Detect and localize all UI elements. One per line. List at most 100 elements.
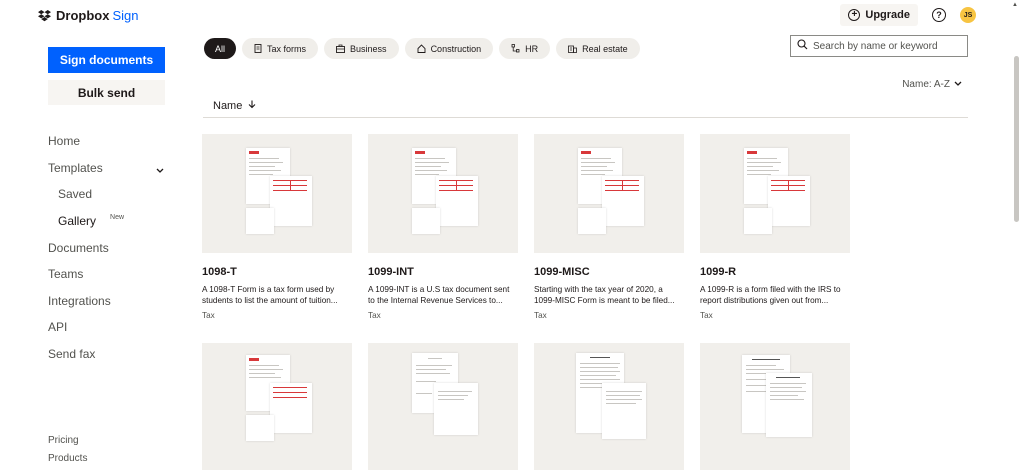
filter-label: All bbox=[215, 43, 226, 54]
chevron-down-icon bbox=[954, 79, 962, 90]
document-page bbox=[578, 208, 606, 234]
template-tag: Tax bbox=[202, 311, 215, 320]
building-icon bbox=[568, 44, 577, 53]
filter-construction[interactable]: Construction bbox=[404, 38, 494, 59]
search-box bbox=[790, 35, 968, 57]
template-description: A 1099-R is a form filed with the IRS to… bbox=[700, 285, 841, 305]
template-thumbnail bbox=[534, 134, 684, 253]
document-page bbox=[602, 383, 646, 439]
help-icon[interactable]: ? bbox=[932, 8, 946, 22]
filter-all[interactable]: All bbox=[204, 38, 237, 59]
document-page bbox=[270, 383, 312, 433]
upgrade-label: Upgrade bbox=[865, 9, 910, 21]
avatar[interactable]: JS bbox=[960, 7, 976, 23]
template-card[interactable]: 1099-INT A 1099-INT is a U.S tax documen… bbox=[368, 134, 518, 320]
document-icon bbox=[254, 44, 262, 53]
briefcase-icon bbox=[336, 44, 345, 53]
sidebar-item-label: Home bbox=[48, 134, 81, 149]
template-description: A 1098-T Form is a tax form used by stud… bbox=[202, 285, 338, 305]
document-page bbox=[766, 373, 812, 437]
chevron-down-icon bbox=[156, 163, 164, 177]
sidebar-item-home[interactable]: Home bbox=[48, 128, 168, 155]
document-page bbox=[436, 176, 478, 226]
template-title: 1099-MISC bbox=[534, 266, 590, 278]
template-card[interactable] bbox=[534, 343, 684, 470]
document-page bbox=[602, 176, 644, 226]
template-card[interactable] bbox=[368, 343, 518, 470]
document-page bbox=[434, 383, 478, 435]
sort-dropdown[interactable]: Name: A-Z bbox=[902, 79, 962, 90]
sidebar-item-send-fax[interactable]: Send fax bbox=[48, 341, 168, 368]
template-card[interactable] bbox=[700, 343, 850, 470]
template-tag: Tax bbox=[700, 311, 713, 320]
document-page bbox=[270, 176, 312, 226]
template-card[interactable]: 1098-T A 1098-T Form is a tax form used … bbox=[202, 134, 352, 320]
sidebar-item-integrations[interactable]: Integrations bbox=[48, 288, 168, 315]
vertical-scrollbar[interactable] bbox=[1014, 56, 1019, 222]
name-column-header[interactable]: Name bbox=[203, 95, 968, 118]
filter-real-estate[interactable]: Real estate bbox=[556, 38, 640, 59]
template-title: 1099-R bbox=[700, 266, 737, 278]
dropbox-sign-logo[interactable]: Dropbox Sign bbox=[38, 8, 138, 23]
column-label: Name bbox=[213, 100, 243, 112]
org-chart-icon bbox=[511, 44, 520, 53]
sidebar-item-label: Saved bbox=[58, 187, 93, 202]
template-thumbnail bbox=[368, 134, 518, 253]
sidebar-item-pricing[interactable]: Pricing bbox=[48, 431, 87, 449]
sidebar-item-label: Gallery bbox=[58, 214, 97, 229]
header-actions: + Upgrade ? JS bbox=[840, 4, 976, 26]
template-card[interactable]: 1099-MISC Starting with the tax year of … bbox=[534, 134, 684, 320]
sidebar-item-documents[interactable]: Documents bbox=[48, 234, 168, 261]
document-page bbox=[768, 176, 810, 226]
sidebar-item-label: Teams bbox=[48, 267, 84, 282]
sidebar-item-gallery[interactable]: Gallery New bbox=[48, 208, 168, 235]
template-thumbnail bbox=[700, 134, 850, 253]
filter-hr[interactable]: HR bbox=[499, 38, 551, 59]
plus-circle-icon: + bbox=[848, 9, 861, 21]
document-page bbox=[744, 208, 772, 234]
sidebar-item-teams[interactable]: Teams bbox=[48, 261, 168, 288]
filter-label: Tax forms bbox=[267, 43, 307, 54]
scroll-up-icon[interactable]: ▲ bbox=[1012, 2, 1018, 8]
sidebar-item-products[interactable]: Products bbox=[48, 449, 87, 467]
sidebar-item-label: Templates bbox=[48, 160, 103, 175]
template-title: 1099-INT bbox=[368, 266, 414, 278]
template-description: Starting with the tax year of 2020, a 10… bbox=[534, 285, 675, 305]
filter-tax-forms[interactable]: Tax forms bbox=[242, 38, 319, 59]
filter-business[interactable]: Business bbox=[324, 38, 399, 59]
sidebar-footer-nav: Pricing Products bbox=[48, 431, 87, 467]
bulk-send-button[interactable]: Bulk send bbox=[48, 80, 165, 105]
search-input[interactable] bbox=[813, 40, 961, 52]
sidebar-item-label: Products bbox=[48, 452, 88, 464]
sidebar-item-templates[interactable]: Templates bbox=[48, 155, 168, 182]
template-title: 1098-T bbox=[202, 266, 237, 278]
template-card[interactable]: 1099-R A 1099-R is a form filed with the… bbox=[700, 134, 850, 320]
template-thumbnail bbox=[700, 343, 850, 470]
sort-label: Name: A-Z bbox=[902, 79, 950, 90]
logo-text: Dropbox Sign bbox=[56, 8, 139, 23]
template-thumbnail bbox=[202, 343, 352, 470]
document-page bbox=[246, 208, 274, 234]
sidebar-item-label: Integrations bbox=[48, 293, 111, 308]
sidebar-item-label: Pricing bbox=[48, 434, 79, 446]
template-card[interactable] bbox=[202, 343, 352, 470]
sidebar-item-label: API bbox=[48, 320, 68, 335]
document-page bbox=[246, 415, 274, 441]
template-description: A 1099-INT is a U.S tax document sent to… bbox=[368, 285, 510, 305]
filter-label: HR bbox=[525, 43, 539, 54]
arrow-down-icon bbox=[248, 100, 256, 112]
template-tag: Tax bbox=[368, 311, 381, 320]
filter-label: Construction bbox=[430, 43, 482, 54]
template-thumbnail bbox=[202, 134, 352, 253]
new-badge: New bbox=[110, 213, 125, 221]
upgrade-button[interactable]: + Upgrade bbox=[840, 4, 918, 26]
sidebar-item-api[interactable]: API bbox=[48, 314, 168, 341]
document-page bbox=[412, 208, 440, 234]
sidebar-item-saved[interactable]: Saved bbox=[48, 181, 168, 208]
template-tag: Tax bbox=[534, 311, 547, 320]
house-icon bbox=[417, 44, 426, 53]
sign-documents-button[interactable]: Sign documents bbox=[48, 47, 165, 73]
filter-label: Business bbox=[350, 43, 387, 54]
dropbox-logo-icon bbox=[38, 9, 51, 22]
filter-label: Real estate bbox=[582, 43, 628, 54]
